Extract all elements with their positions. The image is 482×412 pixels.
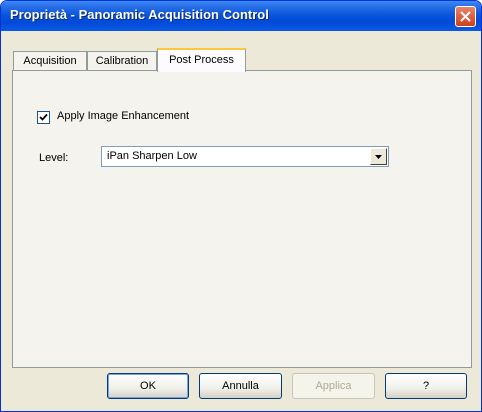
title-bar[interactable]: Proprietà - Panoramic Acquisition Contro… [1,1,481,31]
level-selected-value: iPan Sharpen Low [107,150,197,162]
tab-acquisition[interactable]: Acquisition [13,51,87,71]
level-label: Level: [39,152,69,164]
window-title: Proprietà - Panoramic Acquisition Contro… [10,7,269,22]
dropdown-arrow-icon [375,155,382,159]
cancel-button[interactable]: Annulla [199,373,282,399]
dialog-button-bar: OK Annulla Applica ? [1,373,481,403]
close-icon [460,11,471,22]
apply-enhancement-checkbox[interactable] [37,111,50,124]
help-button[interactable]: ? [385,373,467,399]
level-dropdown-button[interactable] [370,148,387,165]
tab-calibration[interactable]: Calibration [87,51,157,71]
level-dropdown[interactable]: iPan Sharpen Low [101,146,389,167]
apply-button[interactable]: Applica [292,373,375,399]
ok-button[interactable]: OK [107,373,189,399]
checkmark-icon [39,113,48,121]
apply-enhancement-label[interactable]: Apply Image Enhancement [57,110,189,122]
properties-dialog: Proprietà - Panoramic Acquisition Contro… [0,0,482,412]
tab-post-process[interactable]: Post Process [157,48,246,72]
close-button[interactable] [455,6,476,27]
